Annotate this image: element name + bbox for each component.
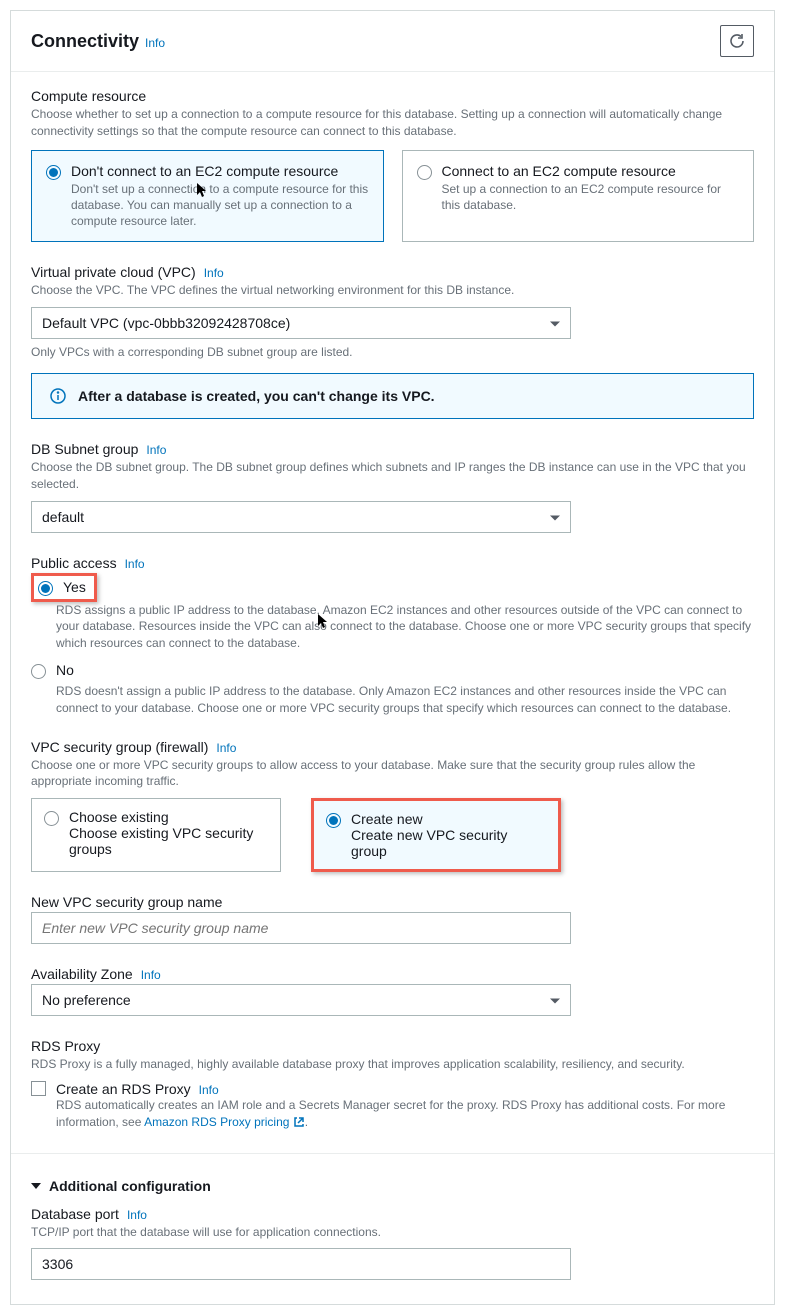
sg-name-input[interactable] <box>31 912 571 944</box>
subnet-helper: Choose the DB subnet group. The DB subne… <box>31 459 754 493</box>
checkbox-icon[interactable] <box>31 1081 46 1096</box>
refresh-icon <box>729 33 745 49</box>
vpc-select[interactable]: Default VPC (vpc-0bbb32092428708ce) <box>31 307 571 339</box>
compute-helper: Choose whether to set up a connection to… <box>31 106 754 140</box>
radio-icon <box>44 811 59 826</box>
label-text: Virtual private cloud (VPC) <box>31 264 196 280</box>
divider <box>11 1153 774 1154</box>
tile-title: Create new <box>351 811 546 827</box>
tile-title: Choose existing <box>69 809 268 825</box>
select-value: default <box>42 509 84 525</box>
public-access-yes[interactable]: Yes <box>34 576 94 599</box>
no-desc: RDS doesn't assign a public IP address t… <box>56 683 754 717</box>
info-link[interactable]: Info <box>125 557 145 571</box>
title-text: Connectivity <box>31 31 139 52</box>
info-link[interactable]: Info <box>199 1083 219 1097</box>
panel-title: Connectivity Info <box>31 31 165 52</box>
highlight-yes: Yes <box>31 573 97 602</box>
radio-icon <box>46 165 61 180</box>
compute-option-connect[interactable]: Connect to an EC2 compute resource Set u… <box>402 150 755 243</box>
external-link-icon <box>293 1116 305 1128</box>
refresh-button[interactable] <box>720 25 754 57</box>
info-link[interactable]: Info <box>146 443 166 457</box>
desc-suffix: . <box>305 1115 308 1129</box>
port-helper: TCP/IP port that the database will use f… <box>31 1224 754 1241</box>
port-section: Database port Info TCP/IP port that the … <box>31 1206 754 1281</box>
subnet-label: DB Subnet group Info <box>31 441 754 457</box>
vpc-helper: Choose the VPC. The VPC defines the virt… <box>31 282 754 299</box>
radio-icon <box>31 664 46 679</box>
label-text: DB Subnet group <box>31 441 138 457</box>
info-icon <box>50 388 66 404</box>
select-value: Default VPC (vpc-0bbb32092428708ce) <box>42 315 290 331</box>
vpc-note: Only VPCs with a corresponding DB subnet… <box>31 345 754 359</box>
tile-desc: Choose existing VPC security groups <box>69 825 268 857</box>
port-input[interactable] <box>31 1248 571 1280</box>
proxy-helper: RDS Proxy is a fully managed, highly ava… <box>31 1056 754 1073</box>
compute-option-dont-connect[interactable]: Don't connect to an EC2 compute resource… <box>31 150 384 243</box>
az-label: Availability Zone Info <box>31 966 754 982</box>
radio-label: Yes <box>63 579 86 595</box>
label-text: VPC security group (firewall) <box>31 739 208 755</box>
label-text: Database port <box>31 1206 119 1222</box>
tile-title: Don't connect to an EC2 compute resource <box>71 163 369 179</box>
additional-label: Additional configuration <box>49 1178 211 1194</box>
sg-helper: Choose one or more VPC security groups t… <box>31 757 754 791</box>
sg-label: VPC security group (firewall) Info <box>31 739 754 755</box>
port-label: Database port Info <box>31 1206 754 1222</box>
az-section: Availability Zone Info No preference <box>31 966 754 1016</box>
alert-text: After a database is created, you can't c… <box>78 388 435 404</box>
proxy-section: RDS Proxy RDS Proxy is a fully managed, … <box>31 1038 754 1130</box>
proxy-desc: RDS automatically creates an IAM role an… <box>56 1097 754 1131</box>
desc-text: RDS assigns a public IP address to the d… <box>56 603 751 651</box>
chevron-down-icon <box>31 1183 41 1189</box>
az-select[interactable]: No preference <box>31 984 571 1016</box>
sg-create-new[interactable]: Create new Create new VPC security group <box>314 801 558 869</box>
select-value: No preference <box>42 992 131 1008</box>
vpc-label: Virtual private cloud (VPC) Info <box>31 264 754 280</box>
vpc-alert: After a database is created, you can't c… <box>31 373 754 419</box>
label-text: Availability Zone <box>31 966 133 982</box>
compute-resource-section: Compute resource Choose whether to set u… <box>31 88 754 242</box>
tile-desc: Set up a connection to an EC2 compute re… <box>442 181 740 213</box>
subnet-section: DB Subnet group Info Choose the DB subne… <box>31 441 754 533</box>
info-link[interactable]: Info <box>141 968 161 982</box>
additional-config-toggle[interactable]: Additional configuration <box>31 1164 754 1194</box>
panel-header: Connectivity Info <box>11 11 774 72</box>
public-access-section: Public access Info Yes RDS assigns a pub… <box>31 555 754 717</box>
sg-name-label: New VPC security group name <box>31 894 754 910</box>
proxy-label: RDS Proxy <box>31 1038 754 1054</box>
link-text: Amazon RDS Proxy pricing <box>144 1115 289 1129</box>
radio-label: No <box>56 662 74 678</box>
public-access-no[interactable]: No <box>31 662 754 679</box>
info-link[interactable]: Info <box>145 36 165 50</box>
radio-icon <box>326 813 341 828</box>
info-link[interactable]: Info <box>216 741 236 755</box>
radio-icon <box>417 165 432 180</box>
public-label: Public access Info <box>31 555 754 571</box>
connectivity-panel: Connectivity Info Compute resource Choos… <box>10 10 775 1305</box>
yes-desc: RDS assigns a public IP address to the d… <box>56 602 754 652</box>
compute-label: Compute resource <box>31 88 754 104</box>
sg-choose-existing[interactable]: Choose existing Choose existing VPC secu… <box>31 798 281 872</box>
vpc-section: Virtual private cloud (VPC) Info Choose … <box>31 264 754 419</box>
tile-desc: Create new VPC security group <box>351 827 546 859</box>
sg-name-section: New VPC security group name <box>31 894 754 944</box>
checkbox-label-text: Create an RDS Proxy <box>56 1081 191 1097</box>
radio-icon <box>38 581 53 596</box>
security-group-section: VPC security group (firewall) Info Choos… <box>31 739 754 873</box>
subnet-select[interactable]: default <box>31 501 571 533</box>
tile-desc: Don't set up a connection to a compute r… <box>71 181 369 230</box>
info-link[interactable]: Info <box>204 266 224 280</box>
proxy-checkbox-row[interactable]: Create an RDS Proxy Info <box>31 1081 754 1097</box>
info-link[interactable]: Info <box>127 1208 147 1222</box>
highlight-create-new: Create new Create new VPC security group <box>311 798 561 872</box>
proxy-pricing-link[interactable]: Amazon RDS Proxy pricing <box>144 1115 305 1129</box>
label-text: Public access <box>31 555 117 571</box>
tile-title: Connect to an EC2 compute resource <box>442 163 740 179</box>
